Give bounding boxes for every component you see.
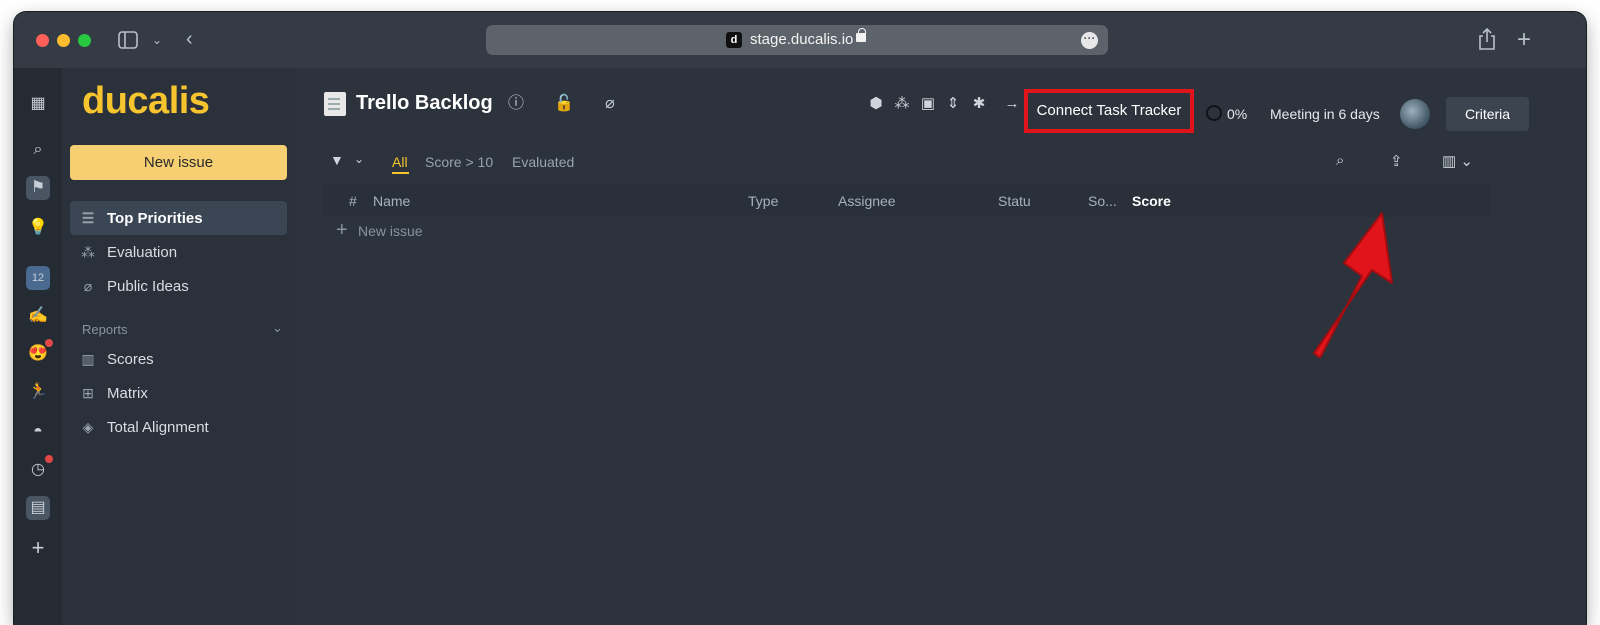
sidebar-item-total-alignment[interactable]: ◈ Total Alignment [70,410,287,444]
url-text: stage.ducalis.io [750,31,854,48]
share-icon[interactable] [1478,27,1496,53]
layers-icon: ◈ [82,419,94,435]
logo[interactable]: ducalis [82,80,210,123]
sidebar-item-top-priorities[interactable]: ☰ Top Priorities [70,201,287,235]
filter-tab-all[interactable]: All [392,154,408,170]
apps-grid-icon[interactable]: ▦ [26,92,50,116]
column-score[interactable]: Score [1132,193,1171,209]
grid-icon: ⊞ [82,385,94,401]
filter-tab-evaluated[interactable]: Evaluated [512,154,574,170]
column-assignee[interactable]: Assignee [838,193,896,209]
sidebar-item-label: Total Alignment [107,419,209,436]
column-number[interactable]: # [349,193,357,209]
chevron-down-icon[interactable]: ⌄ [354,152,364,166]
jira-icon[interactable]: ⬢ [866,94,886,114]
workspace-document-icon[interactable]: ▤ [26,496,50,520]
criteria-button[interactable]: Criteria [1446,97,1529,131]
columns-view-icon[interactable]: ▥ ⌄ [1442,152,1473,170]
notification-dot [45,455,53,463]
arrow-right-icon: → [1004,95,1020,112]
public-ideas-off-icon[interactable]: ⌀ [600,94,620,114]
workspace-timer-icon[interactable]: ◷ [26,455,53,482]
sidebar: ducalis New issue ☰ Top Priorities ⁂ Eva… [62,68,296,625]
minimize-window-button[interactable] [57,34,70,47]
clickup-icon[interactable]: ✱ [969,94,989,114]
search-icon[interactable]: ⌕ [1336,152,1344,169]
browser-titlebar: ⌄ ‹ d stage.ducalis.io ··· + [14,12,1586,68]
sidebar-item-label: Top Priorities [107,210,203,227]
lock-icon [856,28,866,42]
site-favicon: d [726,32,742,48]
workspace-numbers-icon[interactable]: 12 [26,266,50,290]
add-workspace-icon[interactable]: + [26,536,50,560]
sidebar-item-label: Matrix [107,385,148,402]
new-issue-button[interactable]: New issue [70,145,287,180]
document-icon [324,92,346,116]
sidebar-item-public-ideas[interactable]: ⌀ Public Ideas [70,269,287,303]
main-content: Trello Backlog ⓘ 🔓 ⌀ ⬢ ⁂ ▣ ⇕ ✱ → Connect… [296,68,1586,625]
filter-icon[interactable]: ▼ [330,152,344,168]
plus-icon[interactable]: + [336,219,348,242]
chevron-down-icon[interactable]: ⌄ [272,320,283,336]
zoom-window-button[interactable] [78,34,91,47]
more-icon[interactable]: ··· [1081,32,1098,49]
workspace-writing-icon[interactable]: ✍ [26,304,50,328]
column-name[interactable]: Name [373,193,410,209]
avatar[interactable] [1400,99,1430,129]
unlock-icon[interactable]: 🔓 [554,94,574,114]
meeting-status[interactable]: Meeting in 6 days [1270,106,1380,122]
workspace-runner-icon[interactable]: 🏃 [26,380,50,404]
column-status[interactable]: Statu [998,193,1031,209]
browser-window: ⌄ ‹ d stage.ducalis.io ··· + ▦ ⌕ ⚑ 💡 12 … [14,12,1586,625]
active-tab-underline [392,172,409,174]
sidebar-item-label: Public Ideas [107,278,189,295]
new-issue-row[interactable]: New issue [358,223,423,239]
close-window-button[interactable] [36,34,49,47]
annotation-arrow [1313,212,1393,358]
trello-icon[interactable]: ▣ [918,94,938,114]
column-so[interactable]: So... [1088,193,1117,209]
sidebar-item-matrix[interactable]: ⊞ Matrix [70,376,287,410]
sidebar-item-label: Scores [107,351,154,368]
sidebar-item-label: Evaluation [107,244,178,261]
progress-value: 0% [1227,106,1248,122]
export-icon[interactable]: ⇪ [1390,152,1403,170]
notification-dot [45,339,53,347]
address-bar[interactable]: d stage.ducalis.io ··· [486,25,1108,55]
search-icon[interactable]: ⌕ [26,138,50,162]
info-icon[interactable]: ⓘ [506,94,526,114]
workspace-bulb-icon[interactable]: 💡 [26,216,50,240]
workspace-rail: ▦ ⌕ ⚑ 💡 12 ✍ 😍 🏃 ◓ ◷ ▤ + [14,68,62,625]
workspace-flag-icon[interactable]: ⚑ [26,176,50,200]
column-type[interactable]: Type [748,193,778,209]
chevron-down-icon[interactable]: ⌄ [152,34,162,46]
sidebar-toggle-icon[interactable] [118,31,138,52]
youtrack-icon[interactable]: ⇕ [943,94,963,114]
connect-task-tracker-button[interactable]: Connect Task Tracker [1024,89,1194,133]
page-title[interactable]: Trello Backlog [356,92,493,115]
filter-tab-score[interactable]: Score > 10 [425,154,493,170]
reports-heading[interactable]: Reports [82,322,128,337]
sidebar-item-evaluation[interactable]: ⁂ Evaluation [70,235,287,269]
new-tab-icon[interactable]: + [1517,28,1531,52]
progress-ring-icon [1206,105,1222,121]
sidebar-item-scores[interactable]: ▥ Scores [70,342,287,376]
workspace-dish-icon[interactable]: ◓ [26,420,50,444]
list-icon: ☰ [81,210,95,226]
back-icon[interactable]: ‹ [186,29,193,49]
workspace-emoji-icon[interactable]: 😍 [26,339,53,366]
columns-icon: ▥ [81,351,95,367]
asana-icon[interactable]: ⁂ [892,94,912,114]
evaluation-icon: ⁂ [81,244,95,260]
public-ideas-icon: ⌀ [83,278,93,294]
